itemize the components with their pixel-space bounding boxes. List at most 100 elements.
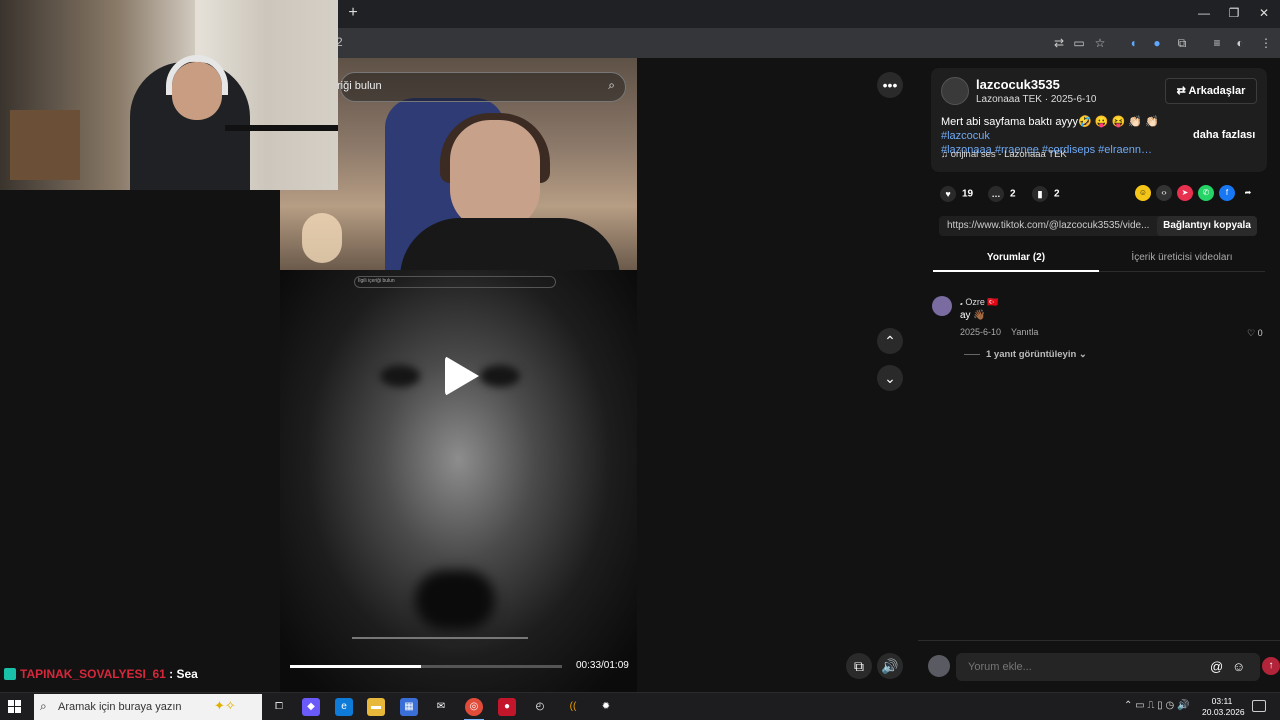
mic-arm-shape	[225, 125, 338, 131]
comment-stat[interactable]: … 2	[988, 186, 1016, 202]
inner-progress-line	[352, 637, 528, 639]
view-replies-label: 1 yanıt görüntüleyin	[986, 349, 1077, 360]
progress-bar[interactable]	[290, 665, 562, 668]
eye-shape-right	[480, 365, 520, 387]
author-username[interactable]: lazcocuk3535	[976, 77, 1060, 92]
search-icon: ⌕	[608, 78, 615, 92]
restore-button[interactable]: ❐	[1220, 4, 1248, 22]
video-bottom-frame: İlgili içeriği bulun	[280, 270, 637, 692]
store-icon[interactable]: ▦	[400, 698, 418, 716]
cast-icon[interactable]: ▭	[1070, 34, 1088, 52]
commenter-name[interactable]: 𝅘 Ozre 🇹🇷	[960, 297, 999, 308]
whatsapp-icon[interactable]: ✆	[1198, 185, 1214, 201]
emoji-icon[interactable]: ☺	[1232, 659, 1245, 674]
mail-icon[interactable]: ✉	[432, 698, 450, 716]
comment-item: 𝅘 Ozre 🇹🇷 ay 👋🏾 2025-6-10 Yanıtla ♡ 0 1 …	[932, 294, 1272, 374]
author-avatar[interactable]	[941, 77, 969, 105]
taskbar: ⌕ Aramak için buraya yazın ✦✧ ⧠ ◆ e ▬ ▦ …	[0, 692, 1280, 720]
volume-icon[interactable]: 🔊	[877, 653, 903, 679]
mention-icon[interactable]: @	[1210, 659, 1223, 674]
body-shape	[400, 218, 620, 278]
send-comment-button[interactable]: ↑	[1262, 657, 1280, 675]
save-stat[interactable]: ▮ 2	[1032, 186, 1060, 202]
comment-date: 2025-6-10	[960, 327, 1002, 337]
extension-icon-2[interactable]: ●	[1148, 34, 1166, 52]
comment-count: 2	[1010, 188, 1016, 200]
system-tray-icons[interactable]: ⌃ ▭ ⎍ ▯ ◷ 🔊	[1124, 700, 1189, 711]
media-icon[interactable]: ≡	[1208, 34, 1226, 52]
author-subline: Lazonaaa TEK · 2025-6-10	[976, 94, 1096, 105]
taskbar-search-text: Aramak için buraya yazın	[58, 701, 182, 713]
reply-button[interactable]: Yanıtla	[1011, 327, 1038, 337]
bookmark-icon: ▮	[1032, 186, 1048, 202]
more-options-button[interactable]: •••	[877, 72, 903, 98]
divider-line	[964, 353, 980, 355]
comment-tabs: Yorumlar (2) İçerik üreticisi videoları	[933, 248, 1265, 272]
menu-kebab-icon[interactable]: ⋮	[1257, 34, 1275, 52]
close-button[interactable]: ✕	[1250, 4, 1278, 22]
facebook-icon[interactable]: f	[1219, 185, 1235, 201]
commenter-avatar[interactable]	[932, 296, 952, 316]
heart-outline-icon: ♡	[1247, 328, 1258, 338]
extension-icon[interactable]: ◖	[1124, 34, 1142, 52]
copilot-icon[interactable]: ◆	[302, 698, 320, 716]
emoji-share-icon[interactable]: ☺	[1135, 185, 1151, 201]
like-stat[interactable]: ♥ 19	[940, 186, 973, 202]
heart-icon: ♥	[940, 186, 956, 202]
next-video-button[interactable]: ⌄	[877, 365, 903, 391]
clock[interactable]: 03:11 20.03.2026	[1202, 696, 1245, 718]
tab-creator-videos[interactable]: İçerik üreticisi videoları	[1099, 252, 1265, 263]
minimize-button[interactable]: —	[1190, 4, 1218, 22]
new-tab-button[interactable]: +	[344, 4, 362, 22]
file-explorer-icon[interactable]: ▬	[367, 698, 385, 716]
sparkle-icon: ✦✧	[214, 698, 236, 713]
app-red-icon[interactable]: ●	[498, 698, 516, 716]
comment-composer: @ ☺ ↑	[918, 640, 1280, 692]
friends-button[interactable]: ⇄ Arkadaşlar	[1165, 78, 1257, 104]
translate-icon[interactable]: ⇄	[1050, 34, 1068, 52]
bookmark-star-icon[interactable]: ☆	[1091, 34, 1109, 52]
copy-link-button[interactable]: Bağlantıyı kopyala	[1157, 216, 1257, 236]
music-link[interactable]: ♫ orijinal ses - Lazonaaa TEK	[941, 149, 1067, 160]
comment-like-count: 0	[1257, 328, 1263, 338]
video-search-box: riği bulun ⌕	[337, 72, 626, 102]
face-shape	[450, 120, 540, 230]
hashtag-link[interactable]: #lazcocuk	[941, 130, 990, 142]
chat-message: TAPINAK_SOVALYESI_61 : Sea	[4, 667, 198, 681]
profile-avatar-icon[interactable]: ◐	[1231, 34, 1249, 52]
app-audio-icon[interactable]: ((	[564, 698, 582, 716]
link-row: https://www.tiktok.com/@lazcocuk3535/vid…	[939, 216, 1257, 236]
swap-icon: ⇄	[1176, 85, 1189, 97]
previous-video-button[interactable]: ⌃	[877, 328, 903, 354]
like-count: 19	[962, 188, 974, 200]
display-name: Lazonaaa TEK	[976, 94, 1042, 105]
send-icon[interactable]: ➤	[1177, 185, 1193, 201]
music-note-icon: ♫	[941, 149, 951, 160]
pip-icon[interactable]: ⧉	[846, 653, 872, 679]
chrome-icon[interactable]: ◎	[465, 698, 483, 716]
edge-icon[interactable]: e	[335, 698, 353, 716]
tab-comments[interactable]: Yorumlar (2)	[933, 252, 1099, 263]
subline-separator: ·	[1041, 94, 1051, 105]
extensions-puzzle-icon[interactable]: ⧉	[1173, 34, 1191, 52]
notification-icon[interactable]	[1252, 700, 1266, 712]
search-icon: ⌕	[40, 699, 47, 713]
post-date: 2025-6-10	[1050, 94, 1097, 105]
play-icon[interactable]	[445, 356, 479, 396]
app-speed-icon[interactable]: ◴	[531, 698, 549, 716]
comment-like[interactable]: ♡ 0	[1247, 328, 1263, 339]
more-button[interactable]: daha fazlası	[1193, 129, 1255, 141]
video-link[interactable]: https://www.tiktok.com/@lazcocuk3535/vid…	[947, 220, 1155, 231]
taskbar-search[interactable]: ⌕ Aramak için buraya yazın ✦✧	[34, 694, 262, 720]
windows-start-icon[interactable]	[8, 700, 22, 714]
webcam-overlay	[0, 0, 338, 190]
app-gear-icon[interactable]: ✹	[597, 698, 615, 716]
comment-text: ay 👋🏾	[960, 310, 986, 321]
task-view-icon[interactable]: ⧠	[270, 698, 288, 716]
description-card: lazcocuk3535 Lazonaaa TEK · 2025-6-10 ⇄ …	[931, 68, 1267, 172]
share-arrow-icon[interactable]: ➦	[1240, 185, 1256, 201]
chat-text: Sea	[176, 667, 198, 681]
chat-badge-icon	[4, 668, 16, 680]
view-replies-button[interactable]: 1 yanıt görüntüleyin ⌄	[964, 349, 1087, 360]
embed-icon[interactable]: ‹›	[1156, 185, 1172, 201]
